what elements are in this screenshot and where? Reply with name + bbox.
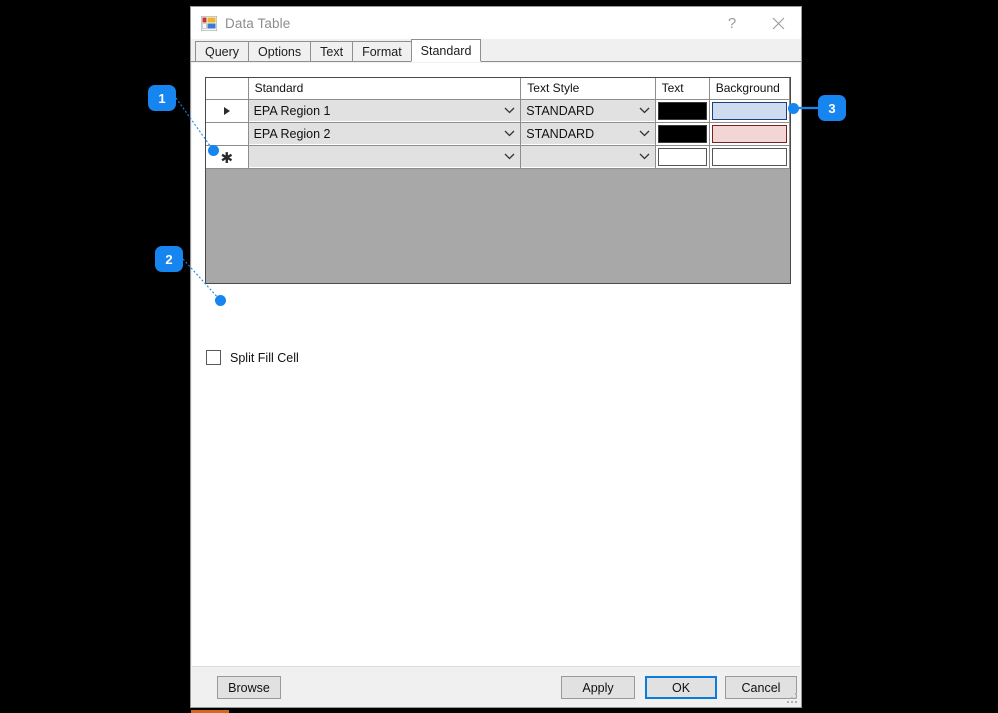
background-color-swatch-wrap-1 [709,99,789,122]
row-selector-1[interactable] [206,99,249,123]
column-header-selector [206,78,249,100]
split-fill-cell-label: Split Fill Cell [230,350,299,365]
table-row[interactable]: ✱ [206,145,790,169]
chevron-down-icon[interactable] [636,100,653,121]
cell-text-color-2[interactable] [655,122,710,146]
resize-grip[interactable] [785,691,797,703]
annotation-badge-1: 1 [148,85,176,111]
cell-standard-2[interactable]: EPA Region 2 [248,122,522,146]
text-color-swatch-wrap-new [655,145,709,168]
data-table-dialog: Data Table ? Query Options Text Format S… [190,6,802,708]
screen: Data Table ? Query Options Text Format S… [0,0,998,713]
standard-combo-new[interactable] [248,146,521,167]
tab-text[interactable]: Text [310,41,354,61]
split-fill-cell-row[interactable]: Split Fill Cell [206,350,299,365]
window-title: Data Table [225,15,291,31]
title-bar: Data Table ? [191,7,801,39]
browse-button[interactable]: Browse [217,676,281,699]
close-button[interactable] [755,8,801,39]
background-color-swatch-wrap-new [709,145,789,168]
text-style-value-2: STANDARD [526,126,595,141]
text-color-swatch-new[interactable] [657,147,707,166]
tab-options[interactable]: Options [248,41,312,61]
dialog-button-bar: Browse Apply OK Cancel [192,666,800,706]
text-color-swatch-wrap-1 [655,99,709,122]
cell-text-style-1[interactable]: STANDARD [520,99,656,123]
text-style-combo-1[interactable]: STANDARD [521,100,655,121]
background-color-swatch-new[interactable] [711,147,787,166]
standard-combo-1[interactable]: EPA Region 1 [248,100,521,121]
cell-background-color-new[interactable] [709,145,790,169]
text-style-value-1: STANDARD [526,103,595,118]
cell-text-style-2[interactable]: STANDARD [520,122,656,146]
annotation-dot-3 [788,103,799,114]
annotation-dot-2 [215,295,226,306]
tab-format[interactable]: Format [352,41,412,61]
current-row-arrow-icon [223,106,230,115]
data-table-icon [201,15,217,31]
background-color-swatch-wrap-2 [709,122,789,145]
standards-grid[interactable]: Standard Text Style Text Background EPA … [205,77,791,284]
column-header-text-style[interactable]: Text Style [520,78,656,100]
tab-standard[interactable]: Standard [410,39,482,62]
cell-background-color-2[interactable] [709,122,790,146]
cell-text-color-new[interactable] [655,145,710,169]
chevron-down-icon[interactable] [501,123,518,144]
chevron-down-icon[interactable] [501,100,518,121]
standard-combo-2[interactable]: EPA Region 2 [248,123,521,144]
standard-value-2: EPA Region 2 [253,126,331,141]
column-header-text[interactable]: Text [655,78,710,100]
tab-query[interactable]: Query [195,41,250,61]
standard-tab-page: Standard Text Style Text Background EPA … [192,63,800,667]
text-style-combo-new[interactable] [521,146,655,167]
row-selector-2[interactable] [206,122,249,146]
table-header-row: Standard Text Style Text Background [206,78,790,100]
chevron-down-icon[interactable] [636,146,653,167]
text-color-swatch-wrap-2 [655,122,709,145]
tab-strip: Query Options Text Format Standard [191,39,801,62]
apply-button[interactable]: Apply [561,676,635,699]
text-style-combo-2[interactable]: STANDARD [521,123,655,144]
table-row[interactable]: EPA Region 2 STANDARD [206,122,790,146]
help-button[interactable]: ? [709,8,755,39]
split-fill-cell-checkbox[interactable] [206,350,221,365]
column-header-background[interactable]: Background [709,78,790,100]
cell-background-color-1[interactable] [709,99,790,123]
table-row[interactable]: EPA Region 1 STANDARD [206,99,790,123]
text-color-swatch-2[interactable] [657,124,707,143]
ok-button[interactable]: OK [645,676,717,699]
standards-table: Standard Text Style Text Background EPA … [206,78,790,169]
cell-standard-1[interactable]: EPA Region 1 [248,99,522,123]
cell-text-style-new[interactable] [520,145,656,169]
background-color-swatch-2[interactable] [711,124,787,143]
text-color-swatch-1[interactable] [657,101,707,120]
column-header-standard[interactable]: Standard [248,78,522,100]
standard-value-1: EPA Region 1 [253,103,331,118]
annotation-dot-1 [208,145,219,156]
cell-text-color-1[interactable] [655,99,710,123]
background-color-swatch-1[interactable] [711,101,787,120]
new-row-asterisk-icon: ✱ [220,149,234,167]
cell-standard-new[interactable] [248,145,522,169]
chevron-down-icon[interactable] [501,146,518,167]
annotation-badge-2: 2 [155,246,183,272]
annotation-badge-3: 3 [818,95,846,121]
close-icon [772,17,784,29]
chevron-down-icon[interactable] [636,123,653,144]
